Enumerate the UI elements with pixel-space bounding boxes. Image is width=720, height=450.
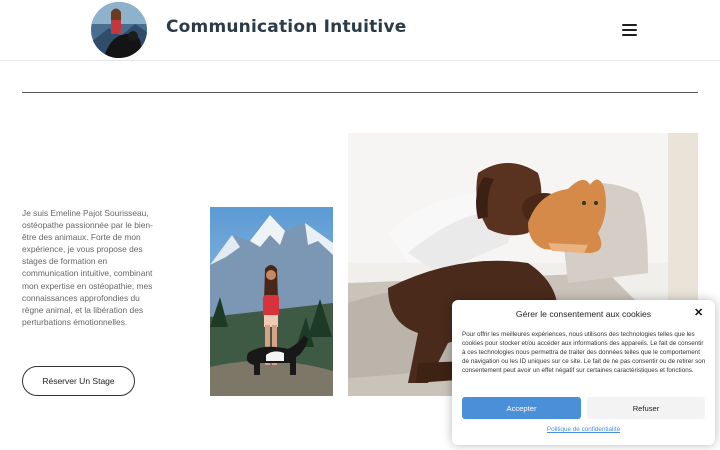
site-title[interactable]: Communication Intuitive: [166, 17, 406, 37]
hamburger-menu-icon[interactable]: [622, 24, 637, 36]
consent-title: Gérer le consentement aux cookies: [515, 309, 652, 319]
consent-description: Pour offrir les meilleures expériences, …: [462, 331, 706, 374]
refuse-button[interactable]: Refuser: [587, 397, 705, 419]
intro-text: Je suis Emeline Pajot Sourisseau, ostéop…: [22, 208, 153, 327]
site-header: Communication Intuitive: [0, 0, 720, 61]
avatar-woman-with-dog-icon: [91, 2, 147, 58]
privacy-policy-link[interactable]: Politique de confidentialité: [452, 426, 715, 433]
accept-button[interactable]: Accepter: [462, 397, 581, 419]
book-course-button[interactable]: Réserver Un Stage: [22, 366, 135, 396]
avatar[interactable]: [91, 2, 147, 58]
cookie-consent-dialog: Gérer le consentement aux cookies ✕ Pour…: [452, 300, 715, 445]
section-divider: [22, 92, 698, 93]
close-icon[interactable]: ✕: [694, 307, 703, 319]
woman-with-dog-photo: [210, 207, 333, 396]
